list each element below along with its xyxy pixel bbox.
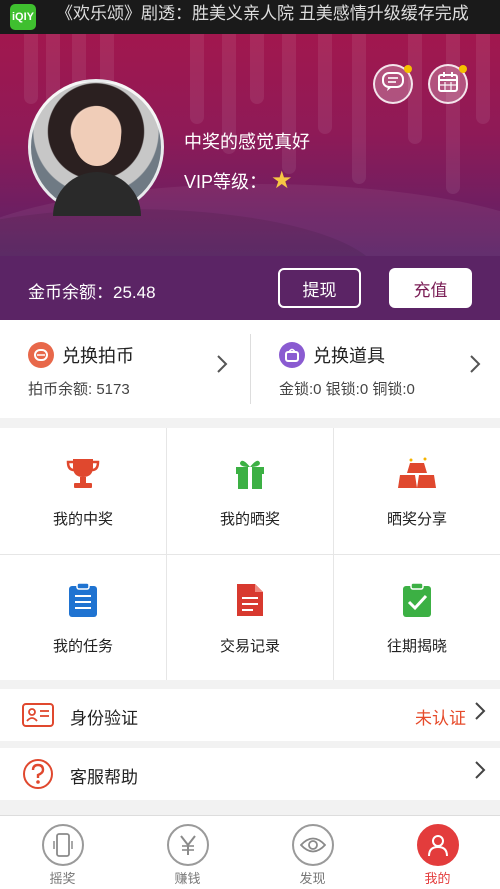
tab-label: 我的 [424, 871, 451, 886]
grid-label: 交易记录 [219, 638, 280, 655]
eye-icon [291, 824, 334, 866]
chevron-right-icon [469, 354, 481, 380]
grid-share-wins[interactable]: 晒奖分享 [334, 428, 500, 554]
identity-verification-row[interactable]: 身份验证 未认证 [0, 689, 500, 741]
calendar-button[interactable] [428, 64, 468, 104]
grid-label: 我的中奖 [52, 511, 113, 528]
support-label: 客服帮助 [70, 768, 138, 787]
status-bar: iQIY 《欢乐颂》剧透：胜美义亲人院 丑美感情升级缓存完成 [0, 0, 500, 34]
grid-label: 我的任务 [52, 638, 113, 655]
chevron-right-icon [474, 701, 486, 727]
tab-mine[interactable]: 我的 [375, 816, 500, 889]
grid-label: 往期揭晓 [386, 638, 447, 655]
user-icon [416, 824, 459, 866]
profile-header: 中奖的感觉真好 VIP等级： ★ [0, 34, 500, 256]
tab-label: 发现 [299, 871, 326, 886]
gold-bars-icon [398, 454, 436, 492]
coin-icon [28, 342, 54, 368]
id-card-icon [22, 699, 54, 731]
avatar[interactable] [28, 79, 164, 216]
tab-discover[interactable]: 发现 [250, 816, 375, 889]
phone-shake-icon [41, 824, 84, 866]
exchange-coins-title: 兑换拍币 [62, 346, 134, 366]
message-button[interactable] [373, 64, 413, 104]
grid-my-showcase[interactable]: 我的晒奖 [167, 428, 333, 554]
exchange-props[interactable]: 兑换道具 金锁:0 银锁:0 铜锁:0 [251, 320, 500, 418]
grid-label: 晒奖分享 [386, 511, 447, 528]
chevron-right-icon [216, 354, 228, 380]
chevron-right-icon [474, 760, 486, 786]
grid-my-wins[interactable]: 我的中奖 [0, 428, 166, 554]
vip-label: VIP等级： [184, 172, 268, 192]
coin-balance-sub: 拍币余额: 5173 [28, 381, 130, 398]
tab-earn[interactable]: 赚钱 [125, 816, 250, 889]
grid-transactions[interactable]: 交易记录 [167, 555, 333, 681]
exchange-panel: 兑换拍币 拍币余额: 5173 兑换道具 金锁:0 银锁:0 铜锁:0 [0, 320, 500, 418]
document-icon [231, 581, 269, 619]
grid-past-results[interactable]: 往期揭晓 [334, 555, 500, 681]
grid-label: 我的晒奖 [219, 511, 280, 528]
coin-balance: 金币余额：25.48 [28, 283, 156, 302]
notification-dot [459, 65, 467, 73]
checklist-icon [398, 581, 436, 619]
bottom-tab-bar: 摇奖 赚钱 发现 我的 [0, 815, 500, 889]
tab-label: 摇奖 [49, 871, 76, 886]
message-icon [382, 71, 404, 97]
basket-icon [279, 342, 305, 368]
feature-grid: 我的中奖 我的晒奖 晒奖分享 我的任务 交易记录 往期揭晓 [0, 428, 500, 680]
exchange-props-title: 兑换道具 [313, 346, 385, 366]
locks-balance-sub: 金锁:0 银锁:0 铜锁:0 [279, 381, 415, 398]
identity-label: 身份验证 [70, 709, 138, 728]
notification-ticker: 《欢乐颂》剧透：胜美义亲人院 丑美感情升级缓存完成 [56, 3, 469, 23]
star-icon: ★ [271, 167, 293, 194]
grid-my-tasks[interactable]: 我的任务 [0, 555, 166, 681]
clipboard-icon [64, 581, 102, 619]
gift-icon [231, 454, 269, 492]
trophy-icon [64, 454, 102, 492]
app-notification-icon: iQIY [10, 4, 36, 30]
tab-shake[interactable]: 摇奖 [0, 816, 125, 889]
username: 中奖的感觉真好 [184, 132, 310, 152]
help-icon [22, 758, 54, 790]
customer-support-row[interactable]: 客服帮助 [0, 748, 500, 800]
withdraw-button[interactable]: 提现 [278, 268, 361, 308]
recharge-button[interactable]: 充值 [389, 268, 472, 308]
calendar-icon [437, 71, 459, 98]
vip-level: VIP等级： ★ [184, 168, 293, 194]
verification-status: 未认证 [415, 709, 466, 728]
tab-label: 赚钱 [174, 871, 201, 886]
exchange-coins[interactable]: 兑换拍币 拍币余额: 5173 [0, 320, 250, 418]
yen-icon [166, 824, 209, 866]
notification-dot [404, 65, 412, 73]
balance-bar: 金币余额：25.48 提现 充值 [0, 256, 500, 320]
